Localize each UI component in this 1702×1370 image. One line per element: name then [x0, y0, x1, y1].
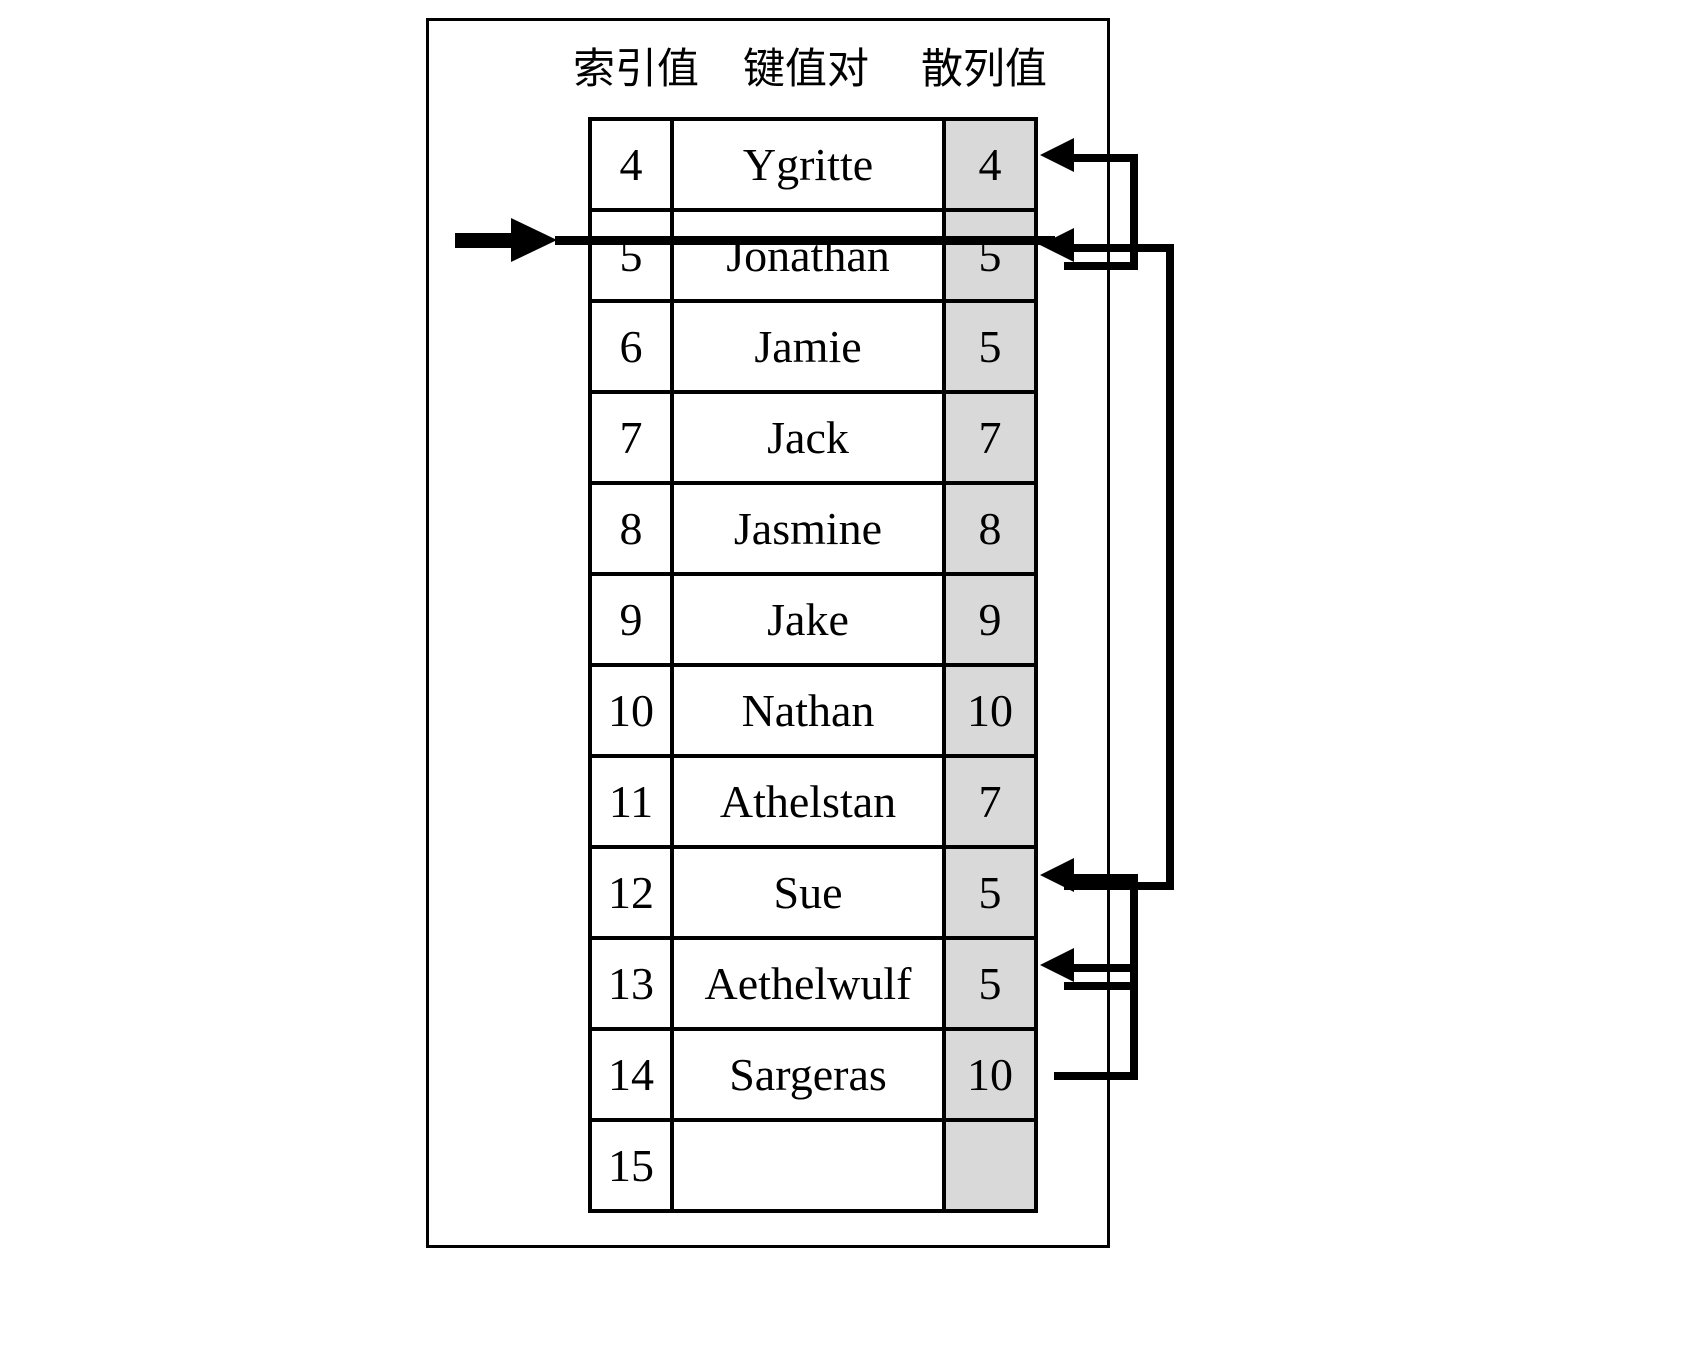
cell-key: Sue: [670, 845, 946, 940]
column-header-keyvalue: 键值对: [742, 44, 869, 93]
cell-key: Jasmine: [670, 481, 946, 576]
cell-index: 14: [588, 1027, 674, 1122]
table-row: 4 Ygritte 4: [588, 117, 1038, 212]
table-row: 8 Jasmine 8: [588, 481, 1038, 576]
cell-key: Athelstan: [670, 754, 946, 849]
cell-key: [670, 1118, 946, 1213]
cell-index: 13: [588, 936, 674, 1031]
hash-table-body: 4 Ygritte 4 5 Jonathan 5 6 Jamie 5 7 Jac…: [588, 117, 1038, 1213]
table-row: 10 Nathan 10: [588, 663, 1038, 758]
cell-hash: 7: [942, 390, 1038, 485]
cell-key: Aethelwulf: [670, 936, 946, 1031]
cell-hash: 10: [942, 1027, 1038, 1122]
cell-key: Jake: [670, 572, 946, 667]
table-row: 7 Jack 7: [588, 390, 1038, 485]
cell-key: Jack: [670, 390, 946, 485]
cell-index: 12: [588, 845, 674, 940]
cell-index: 6: [588, 299, 674, 394]
cell-hash: 8: [942, 481, 1038, 576]
table-row: 12 Sue 5: [588, 845, 1038, 940]
connector-2-vertical: [1166, 244, 1174, 890]
table-row: 9 Jake 9: [588, 572, 1038, 667]
cell-index: 15: [588, 1118, 674, 1213]
cell-index: 10: [588, 663, 674, 758]
connector-1-vertical: [1130, 154, 1138, 270]
cell-key: Jamie: [670, 299, 946, 394]
cell-index: 5: [588, 208, 674, 303]
column-header-hash: 散列值: [920, 44, 1047, 93]
cell-hash: 5: [942, 208, 1038, 303]
cell-index: 9: [588, 572, 674, 667]
table-row: 13 Aethelwulf 5: [588, 936, 1038, 1031]
table-row: 11 Athelstan 7: [588, 754, 1038, 849]
cell-hash: 4: [942, 117, 1038, 212]
cell-hash: [942, 1118, 1038, 1213]
table-row: 14 Sargeras 10: [588, 1027, 1038, 1122]
cell-index: 4: [588, 117, 674, 212]
cell-index: 11: [588, 754, 674, 849]
cell-index: 8: [588, 481, 674, 576]
cell-key: Nathan: [670, 663, 946, 758]
cell-key: Ygritte: [670, 117, 946, 212]
cell-key: Sargeras: [670, 1027, 946, 1122]
table-row: 15: [588, 1118, 1038, 1213]
hash-table: 4 Ygritte 4 5 Jonathan 5 6 Jamie 5 7 Jac…: [588, 117, 1038, 1213]
column-header-row: 索引值 键值对 散列值: [426, 40, 1110, 100]
cell-hash: 7: [942, 754, 1038, 849]
column-header-index: 索引值: [572, 44, 699, 93]
connector-3-vertical: [1130, 874, 1138, 990]
cell-key: Jonathan: [670, 208, 946, 303]
cell-hash: 10: [942, 663, 1038, 758]
cell-hash: 5: [942, 936, 1038, 1031]
cell-hash: 9: [942, 572, 1038, 667]
cell-index: 7: [588, 390, 674, 485]
cell-hash: 5: [942, 845, 1038, 940]
table-row: 6 Jamie 5: [588, 299, 1038, 394]
cell-hash: 5: [942, 299, 1038, 394]
connector-4-vertical: [1130, 964, 1138, 1080]
table-row: 5 Jonathan 5: [588, 208, 1038, 303]
